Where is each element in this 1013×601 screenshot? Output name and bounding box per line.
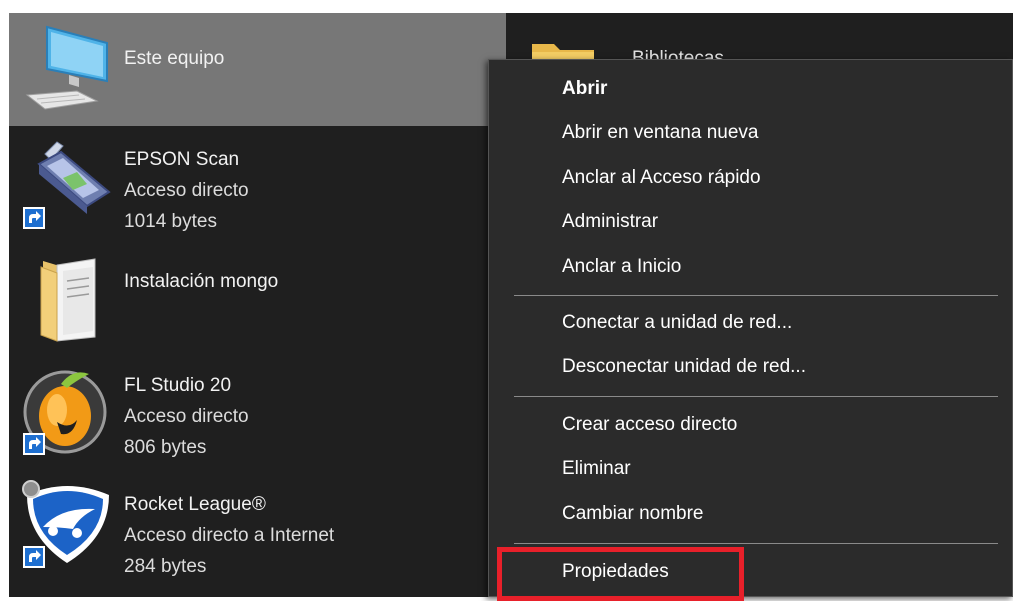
context-menu: Abrir Abrir en ventana nueva Anclar al A… bbox=[488, 59, 1013, 597]
menu-item-conectar-unidad-red[interactable]: Conectar a unidad de red... bbox=[562, 312, 792, 334]
file-name: FL Studio 20 bbox=[124, 375, 232, 396]
menu-item-administrar[interactable]: Administrar bbox=[562, 211, 658, 233]
shortcut-arrow-icon bbox=[23, 433, 45, 455]
menu-separator bbox=[514, 543, 998, 544]
file-item-rocket-league[interactable]: Rocket League® Acceso directo a Internet… bbox=[9, 465, 506, 578]
menu-item-anclar-a-inicio[interactable]: Anclar a Inicio bbox=[562, 256, 681, 278]
file-type: Acceso directo a Internet bbox=[124, 525, 335, 546]
shortcut-arrow-icon bbox=[23, 207, 45, 229]
file-item-epson-scan[interactable]: EPSON Scan Acceso directo 1014 bytes bbox=[9, 126, 506, 239]
file-item-instalacion-mongo[interactable]: Instalación mongo bbox=[9, 239, 506, 352]
menu-separator bbox=[514, 295, 998, 296]
menu-separator bbox=[514, 396, 998, 397]
folder-icon bbox=[17, 247, 117, 343]
menu-item-desconectar-unidad-red[interactable]: Desconectar unidad de red... bbox=[562, 356, 806, 378]
computer-icon bbox=[17, 21, 117, 117]
file-name: Instalación mongo bbox=[124, 271, 279, 292]
file-type: Acceso directo bbox=[124, 406, 249, 427]
menu-item-abrir[interactable]: Abrir bbox=[562, 78, 607, 100]
file-item-fl-studio-20[interactable]: FL Studio 20 Acceso directo 806 bytes bbox=[9, 352, 506, 465]
shortcut-arrow-icon bbox=[23, 546, 45, 568]
file-size: 806 bytes bbox=[124, 437, 207, 458]
highlight-annotation bbox=[497, 547, 744, 601]
menu-item-abrir-en-ventana-nueva[interactable]: Abrir en ventana nueva bbox=[562, 122, 758, 144]
menu-item-eliminar[interactable]: Eliminar bbox=[562, 458, 631, 480]
file-size: 284 bytes bbox=[124, 556, 207, 577]
menu-item-cambiar-nombre[interactable]: Cambiar nombre bbox=[562, 503, 704, 525]
file-size: 1014 bytes bbox=[124, 211, 217, 232]
file-name: Este equipo bbox=[124, 48, 225, 69]
file-type: Acceso directo bbox=[124, 180, 249, 201]
menu-item-crear-acceso-directo[interactable]: Crear acceso directo bbox=[562, 414, 737, 436]
menu-item-anclar-acceso-rapido[interactable]: Anclar al Acceso rápido bbox=[562, 167, 761, 189]
file-item-este-equipo[interactable]: Este equipo bbox=[9, 13, 506, 126]
file-name: Rocket League® bbox=[124, 494, 266, 515]
file-name: EPSON Scan bbox=[124, 149, 240, 170]
